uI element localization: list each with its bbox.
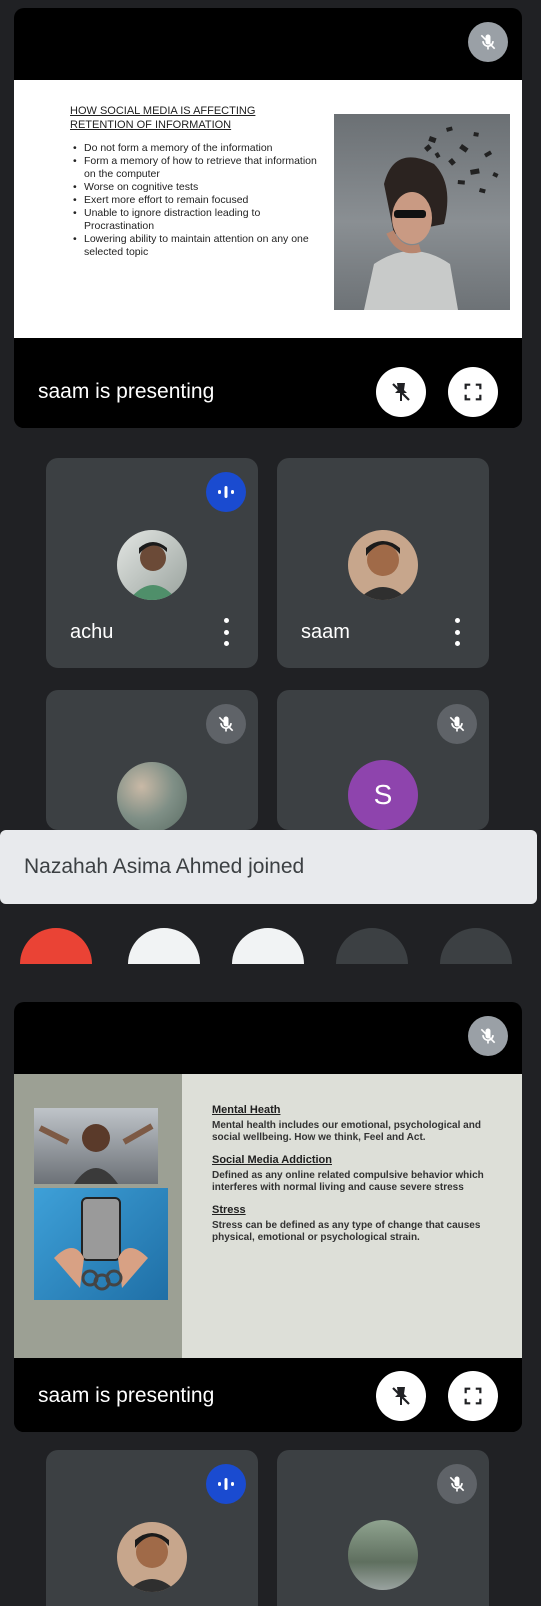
avatar <box>348 1520 418 1590</box>
section-body: Stress can be defined as any type of cha… <box>212 1220 481 1243</box>
speaking-indicator-icon <box>206 1464 246 1504</box>
mic-button[interactable] <box>128 928 200 964</box>
more-controls-button[interactable] <box>440 928 512 964</box>
pin-off-icon <box>392 1387 410 1405</box>
participant-tile-3[interactable] <box>46 690 258 830</box>
mic-off-icon <box>468 1016 508 1056</box>
section-heading: Mental Heath <box>212 1104 281 1116</box>
camera-button[interactable] <box>232 928 304 964</box>
end-call-button[interactable] <box>20 928 92 964</box>
slide-woman-dissolving-image <box>334 114 510 310</box>
avatar <box>117 762 187 830</box>
slide-title-line2: RETENTION OF INFORMATION <box>70 119 232 131</box>
avatar <box>117 530 187 600</box>
more-options-button[interactable] <box>453 618 461 646</box>
hand-button[interactable] <box>336 928 408 964</box>
call-controls-bar <box>0 928 541 964</box>
fullscreen-icon <box>464 1387 482 1405</box>
participant-tile-bottom-right[interactable] <box>277 1450 489 1606</box>
toast-message: Nazahah Asima Ahmed joined <box>24 855 305 878</box>
mic-off-icon <box>437 1464 477 1504</box>
slide-bullet: Worse on cognitive tests <box>70 181 330 194</box>
fullscreen-button[interactable] <box>448 1371 498 1421</box>
presentation-card-top[interactable]: HOW SOCIAL MEDIA IS AFFECTING RETENTION … <box>14 8 522 428</box>
participant-name: achu <box>70 621 114 643</box>
slide-retention: HOW SOCIAL MEDIA IS AFFECTING RETENTION … <box>14 80 522 338</box>
mic-off-icon <box>468 22 508 62</box>
slide-bullet: Do not form a memory of the information <box>70 142 330 155</box>
participant-tile-saam[interactable]: saam <box>277 458 489 668</box>
slide-bullet: Exert more effort to remain focused <box>70 194 330 207</box>
slide-title-line1: HOW SOCIAL MEDIA IS AFFECTING <box>70 105 256 117</box>
more-options-button[interactable] <box>222 618 230 646</box>
avatar-initial: S <box>348 760 418 830</box>
unpin-button[interactable] <box>376 367 426 417</box>
slide-bullet-list: Do not form a memory of the information … <box>70 142 330 259</box>
presenting-bar: saam is presenting <box>14 356 522 428</box>
presenting-label: saam is presenting <box>38 1384 215 1407</box>
slide-mental-health: Mental Heath Mental health includes our … <box>14 1074 522 1358</box>
slide-image-panel <box>14 1074 182 1358</box>
avatar <box>117 1522 187 1592</box>
presenting-bar: saam is presenting <box>14 1360 522 1432</box>
participant-tile-achu[interactable]: achu <box>46 458 258 668</box>
participant-tile-bottom-left[interactable] <box>46 1450 258 1606</box>
presenting-label: saam is presenting <box>38 380 215 403</box>
join-notification-toast: Nazahah Asima Ahmed joined <box>0 830 537 904</box>
avatar <box>348 530 418 600</box>
unpin-button[interactable] <box>376 1371 426 1421</box>
section-heading: Social Media Addiction <box>212 1154 332 1166</box>
mic-off-icon <box>206 704 246 744</box>
chained-phone-image <box>34 1188 168 1300</box>
participant-tile-s[interactable]: S <box>277 690 489 830</box>
slide-bullet: Unable to ignore distraction leading to … <box>70 207 330 233</box>
mic-off-icon <box>437 704 477 744</box>
speaking-indicator-icon <box>206 472 246 512</box>
slide-text-column: Mental Heath Mental health includes our … <box>212 1104 488 1254</box>
avatar-letter: S <box>373 779 393 810</box>
stressed-woman-image <box>34 1108 158 1184</box>
presentation-card-bottom[interactable]: Mental Heath Mental health includes our … <box>14 1002 522 1432</box>
section-body: Defined as any online related compulsive… <box>212 1170 484 1193</box>
section-body: Mental health includes our emotional, ps… <box>212 1120 481 1143</box>
pin-off-icon <box>392 383 410 401</box>
participant-name: saam <box>301 621 350 643</box>
section-heading: Stress <box>212 1204 246 1216</box>
fullscreen-icon <box>464 383 482 401</box>
slide-bullet: Form a memory of how to retrieve that in… <box>70 155 330 181</box>
slide-bullet: Lowering ability to maintain attention o… <box>70 233 330 259</box>
fullscreen-button[interactable] <box>448 367 498 417</box>
